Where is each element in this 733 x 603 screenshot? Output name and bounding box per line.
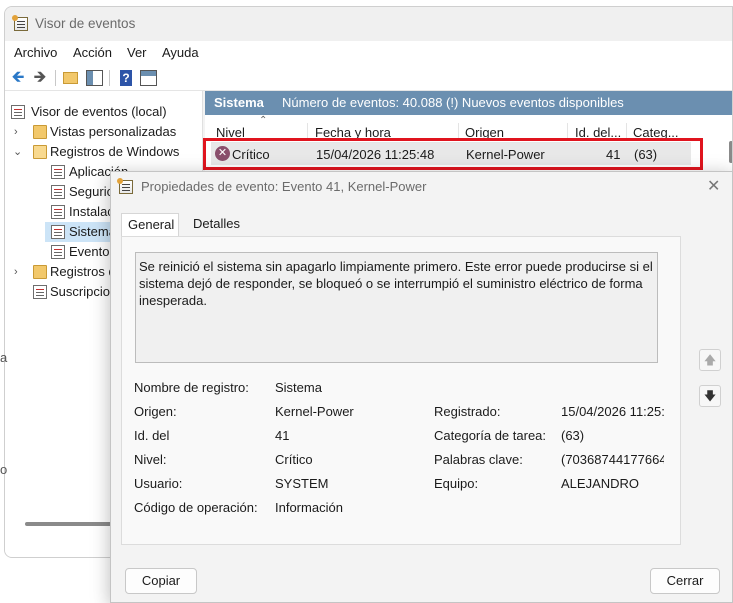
background-window-fragment: o [0,462,8,477]
open-folder-icon [33,145,47,159]
help-icon[interactable]: ? [117,69,135,87]
label-computer: Equipo: [434,476,479,491]
sort-ascending-icon: ⌃ [259,115,268,126]
tree-item-root[interactable]: Visor de eventos (local) [9,102,203,122]
red-highlight-box [203,138,703,170]
background-window-fragment: a [0,350,8,365]
label-level: Nivel: [134,452,167,467]
log-icon [51,165,65,179]
value-level: Crítico [275,452,313,467]
pane-header-info: Número de eventos: 40.088 (!) Nuevos eve… [282,95,624,110]
menu-ver[interactable]: Ver [127,45,147,60]
label-event-id: Id. del [134,428,170,443]
value-opcode: Información [275,500,343,515]
value-event-id: 41 [275,428,290,443]
folder-up-icon[interactable] [62,69,80,87]
value-computer: ALEJANDRO [561,476,640,491]
log-icon [51,225,65,239]
tree-item-windows-logs[interactable]: ⌄ Registros de Windows [9,142,203,162]
value-keywords: (70368744177664) [561,452,664,467]
toolbar-separator [109,70,110,86]
value-source: Kernel-Power [275,404,354,419]
label-log-name: Nombre de registro: [134,380,249,395]
label-logged: Registrado: [434,404,501,419]
label-source: Origen: [134,404,177,419]
menu-archivo[interactable]: Archivo [14,45,57,60]
subscriptions-icon [33,285,47,299]
folder-icon [33,265,47,279]
toolbar: 🡸 🡺 ? [5,65,732,91]
window-title: Visor de eventos [35,16,136,31]
log-icon [51,245,65,259]
chevron-right-icon[interactable]: › [14,262,18,282]
show-hide-tree-icon[interactable] [85,69,103,87]
folder-icon [33,125,47,139]
value-log-name: Sistema [275,380,322,395]
event-properties-dialog: Propiedades de evento: Evento 41, Kernel… [110,171,733,603]
previous-event-button[interactable]: 🡅 [699,349,721,371]
forward-arrow-icon[interactable]: 🡺 [31,69,49,87]
menu-bar: Archivo Acción Ver Ayuda [5,41,732,65]
tab-detalles[interactable]: Detalles [187,213,246,237]
label-opcode: Código de operación: [134,500,258,515]
arrow-up-icon: 🡅 [703,353,717,367]
value-logged: 15/04/2026 11:25:48 [561,404,664,419]
tree-item-system[interactable]: Sistema [45,222,116,242]
value-task-category: (63) [561,428,585,443]
dialog-title: Propiedades de evento: Evento 41, Kernel… [141,179,427,194]
menu-accion[interactable]: Acción [73,45,112,60]
arrow-down-icon: 🡇 [703,389,717,403]
label-task-category: Categoría de tarea: [434,428,547,443]
chevron-down-icon[interactable]: ⌄ [13,142,22,162]
event-description[interactable]: Se reinició el sistema sin apagarlo limp… [135,252,658,363]
value-user: SYSTEM [275,476,329,491]
next-event-button[interactable]: 🡇 [699,385,721,407]
properties-icon[interactable] [139,69,157,87]
tree-item-custom-views[interactable]: › Vistas personalizadas [9,122,203,142]
copy-button[interactable]: Copiar [125,568,197,594]
event-viewer-icon [11,105,25,119]
close-icon[interactable]: ✕ [707,176,720,196]
menu-ayuda[interactable]: Ayuda [162,45,199,60]
general-tab-panel: Se reinició el sistema sin apagarlo limp… [121,236,681,545]
chevron-right-icon[interactable]: › [14,122,18,142]
back-arrow-icon[interactable]: 🡸 [9,69,27,87]
label-keywords: Palabras clave: [434,452,523,467]
event-viewer-app-icon [12,15,28,31]
tab-general[interactable]: General [121,213,179,237]
pane-header: Sistema Número de eventos: 40.088 (!) Nu… [205,91,732,115]
list-vertical-scrollbar[interactable] [729,141,732,163]
log-icon [51,205,65,219]
pane-header-name: Sistema [214,95,264,110]
close-button[interactable]: Cerrar [650,568,720,594]
label-user: Usuario: [134,476,183,491]
title-bar[interactable]: Visor de eventos [5,7,732,41]
event-viewer-app-icon [117,178,133,194]
log-icon [51,185,65,199]
toolbar-separator [55,70,56,86]
